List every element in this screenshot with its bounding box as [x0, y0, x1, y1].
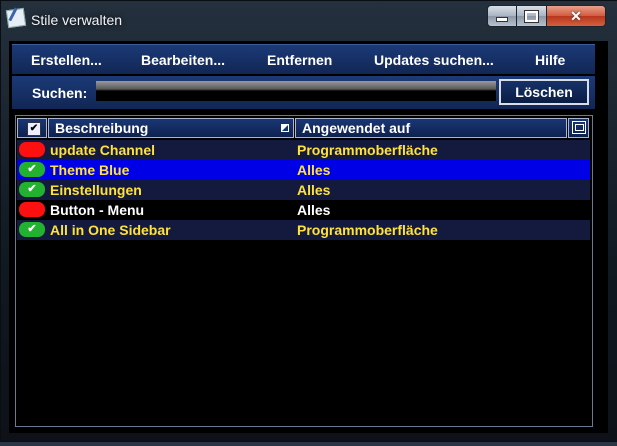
close-icon: ✕	[570, 7, 582, 24]
column-header-description[interactable]: Beschreibung	[48, 118, 294, 138]
menu-check-updates[interactable]: Updates suchen...	[374, 52, 494, 68]
select-all-column[interactable]: ✔	[17, 118, 47, 138]
sort-indicator-icon	[281, 124, 289, 132]
table-row[interactable]: Button - Menu Alles	[17, 200, 590, 220]
column-label-applied-to: Angewendet auf	[302, 120, 411, 136]
maximize-button[interactable]	[516, 5, 547, 27]
menu-help[interactable]: Hilfe	[535, 52, 565, 68]
app-icon	[5, 7, 27, 29]
enabled-status-icon[interactable]: ✔	[19, 222, 45, 237]
column-label-description: Beschreibung	[55, 120, 149, 136]
table-row[interactable]: update Channel Programmoberfläche	[17, 140, 590, 160]
row-applied-to: Alles	[297, 202, 331, 218]
search-bar: Suchen: Löschen	[12, 76, 595, 109]
menu-create[interactable]: Erstellen...	[31, 52, 102, 68]
column-header-applied-to[interactable]: Angewendet auf	[295, 118, 567, 138]
row-description: Theme Blue	[50, 162, 130, 178]
column-picker-button[interactable]	[568, 118, 589, 138]
table-row[interactable]: ✔ Theme Blue Alles	[17, 160, 590, 180]
title-bar[interactable]: Stile verwalten ✕	[1, 1, 617, 39]
search-label: Suchen:	[32, 85, 88, 101]
window-title: Stile verwalten	[31, 12, 123, 28]
enabled-status-icon[interactable]: ✔	[19, 162, 45, 177]
window: Stile verwalten ✕ Erstellen... Bearbeite…	[0, 0, 617, 442]
table-row[interactable]: ✔ All in One Sidebar Programmoberfläche	[17, 220, 590, 240]
styles-list[interactable]: ✔ Beschreibung Angewendet auf update Cha…	[15, 115, 593, 427]
row-description: Button - Menu	[50, 202, 145, 218]
enabled-status-icon[interactable]: ✔	[19, 182, 45, 197]
checkbox-icon: ✔	[27, 122, 41, 136]
menu-bar: Erstellen... Bearbeiten... Entfernen Upd…	[12, 44, 595, 74]
row-applied-to: Programmoberfläche	[297, 222, 438, 238]
search-input[interactable]	[96, 81, 496, 101]
row-description: Einstellungen	[50, 182, 142, 198]
row-description: update Channel	[50, 142, 156, 158]
menu-edit[interactable]: Bearbeiten...	[141, 52, 225, 68]
minimize-icon	[496, 17, 508, 22]
table-row[interactable]: ✔ Einstellungen Alles	[17, 180, 590, 200]
row-description: All in One Sidebar	[50, 222, 171, 238]
row-applied-to: Programmoberfläche	[297, 142, 438, 158]
close-button[interactable]: ✕	[546, 5, 606, 27]
row-applied-to: Alles	[297, 162, 331, 178]
minimize-button[interactable]	[487, 5, 517, 27]
content-area: Erstellen... Bearbeiten... Entfernen Upd…	[9, 41, 608, 433]
column-picker-icon	[572, 121, 586, 134]
disabled-status-icon[interactable]	[19, 142, 45, 157]
disabled-status-icon[interactable]	[19, 202, 45, 217]
menu-remove[interactable]: Entfernen	[267, 52, 332, 68]
clear-button[interactable]: Löschen	[499, 79, 589, 105]
row-applied-to: Alles	[297, 182, 331, 198]
list-header: ✔ Beschreibung Angewendet auf	[17, 118, 590, 138]
maximize-icon	[524, 9, 539, 23]
